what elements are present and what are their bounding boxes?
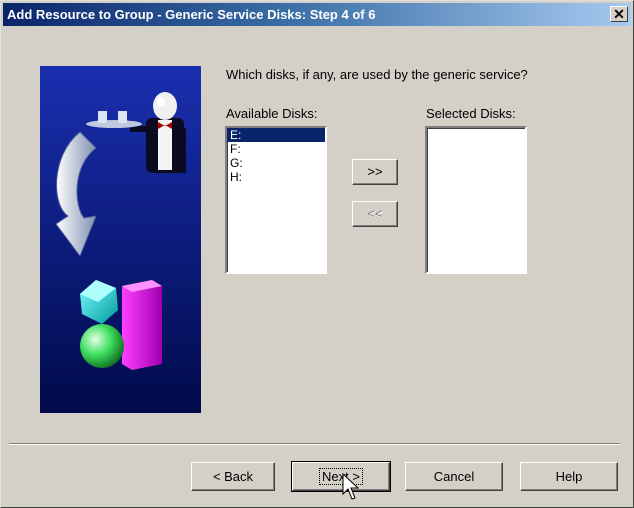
disk-list-item[interactable]: F: bbox=[227, 142, 325, 156]
wizard-illustration bbox=[40, 66, 201, 413]
next-button[interactable]: Next > bbox=[291, 461, 391, 492]
disk-list-item[interactable]: E: bbox=[227, 128, 325, 142]
title-bar[interactable]: Add Resource to Group - Generic Service … bbox=[3, 3, 631, 26]
selected-disks-list[interactable] bbox=[425, 126, 527, 274]
cancel-button[interactable]: Cancel bbox=[405, 462, 503, 491]
available-disks-list[interactable]: E: F: G: H: bbox=[225, 126, 327, 274]
mouse-cursor-icon bbox=[342, 473, 360, 500]
available-disks-label: Available Disks: bbox=[226, 106, 318, 121]
back-button[interactable]: < Back bbox=[191, 462, 275, 491]
footer-separator bbox=[9, 443, 620, 445]
help-button[interactable]: Help bbox=[520, 462, 618, 491]
close-button[interactable]: ✕ bbox=[610, 6, 628, 22]
question-text: Which disks, if any, are used by the gen… bbox=[226, 67, 528, 82]
disk-list-item[interactable]: H: bbox=[227, 170, 325, 184]
window-title: Add Resource to Group - Generic Service … bbox=[7, 7, 376, 22]
add-disk-button[interactable]: >> bbox=[352, 159, 398, 185]
disk-list-item[interactable]: G: bbox=[227, 156, 325, 170]
selected-disks-label: Selected Disks: bbox=[426, 106, 516, 121]
remove-disk-button[interactable]: << bbox=[352, 201, 398, 227]
close-icon: ✕ bbox=[613, 6, 625, 22]
